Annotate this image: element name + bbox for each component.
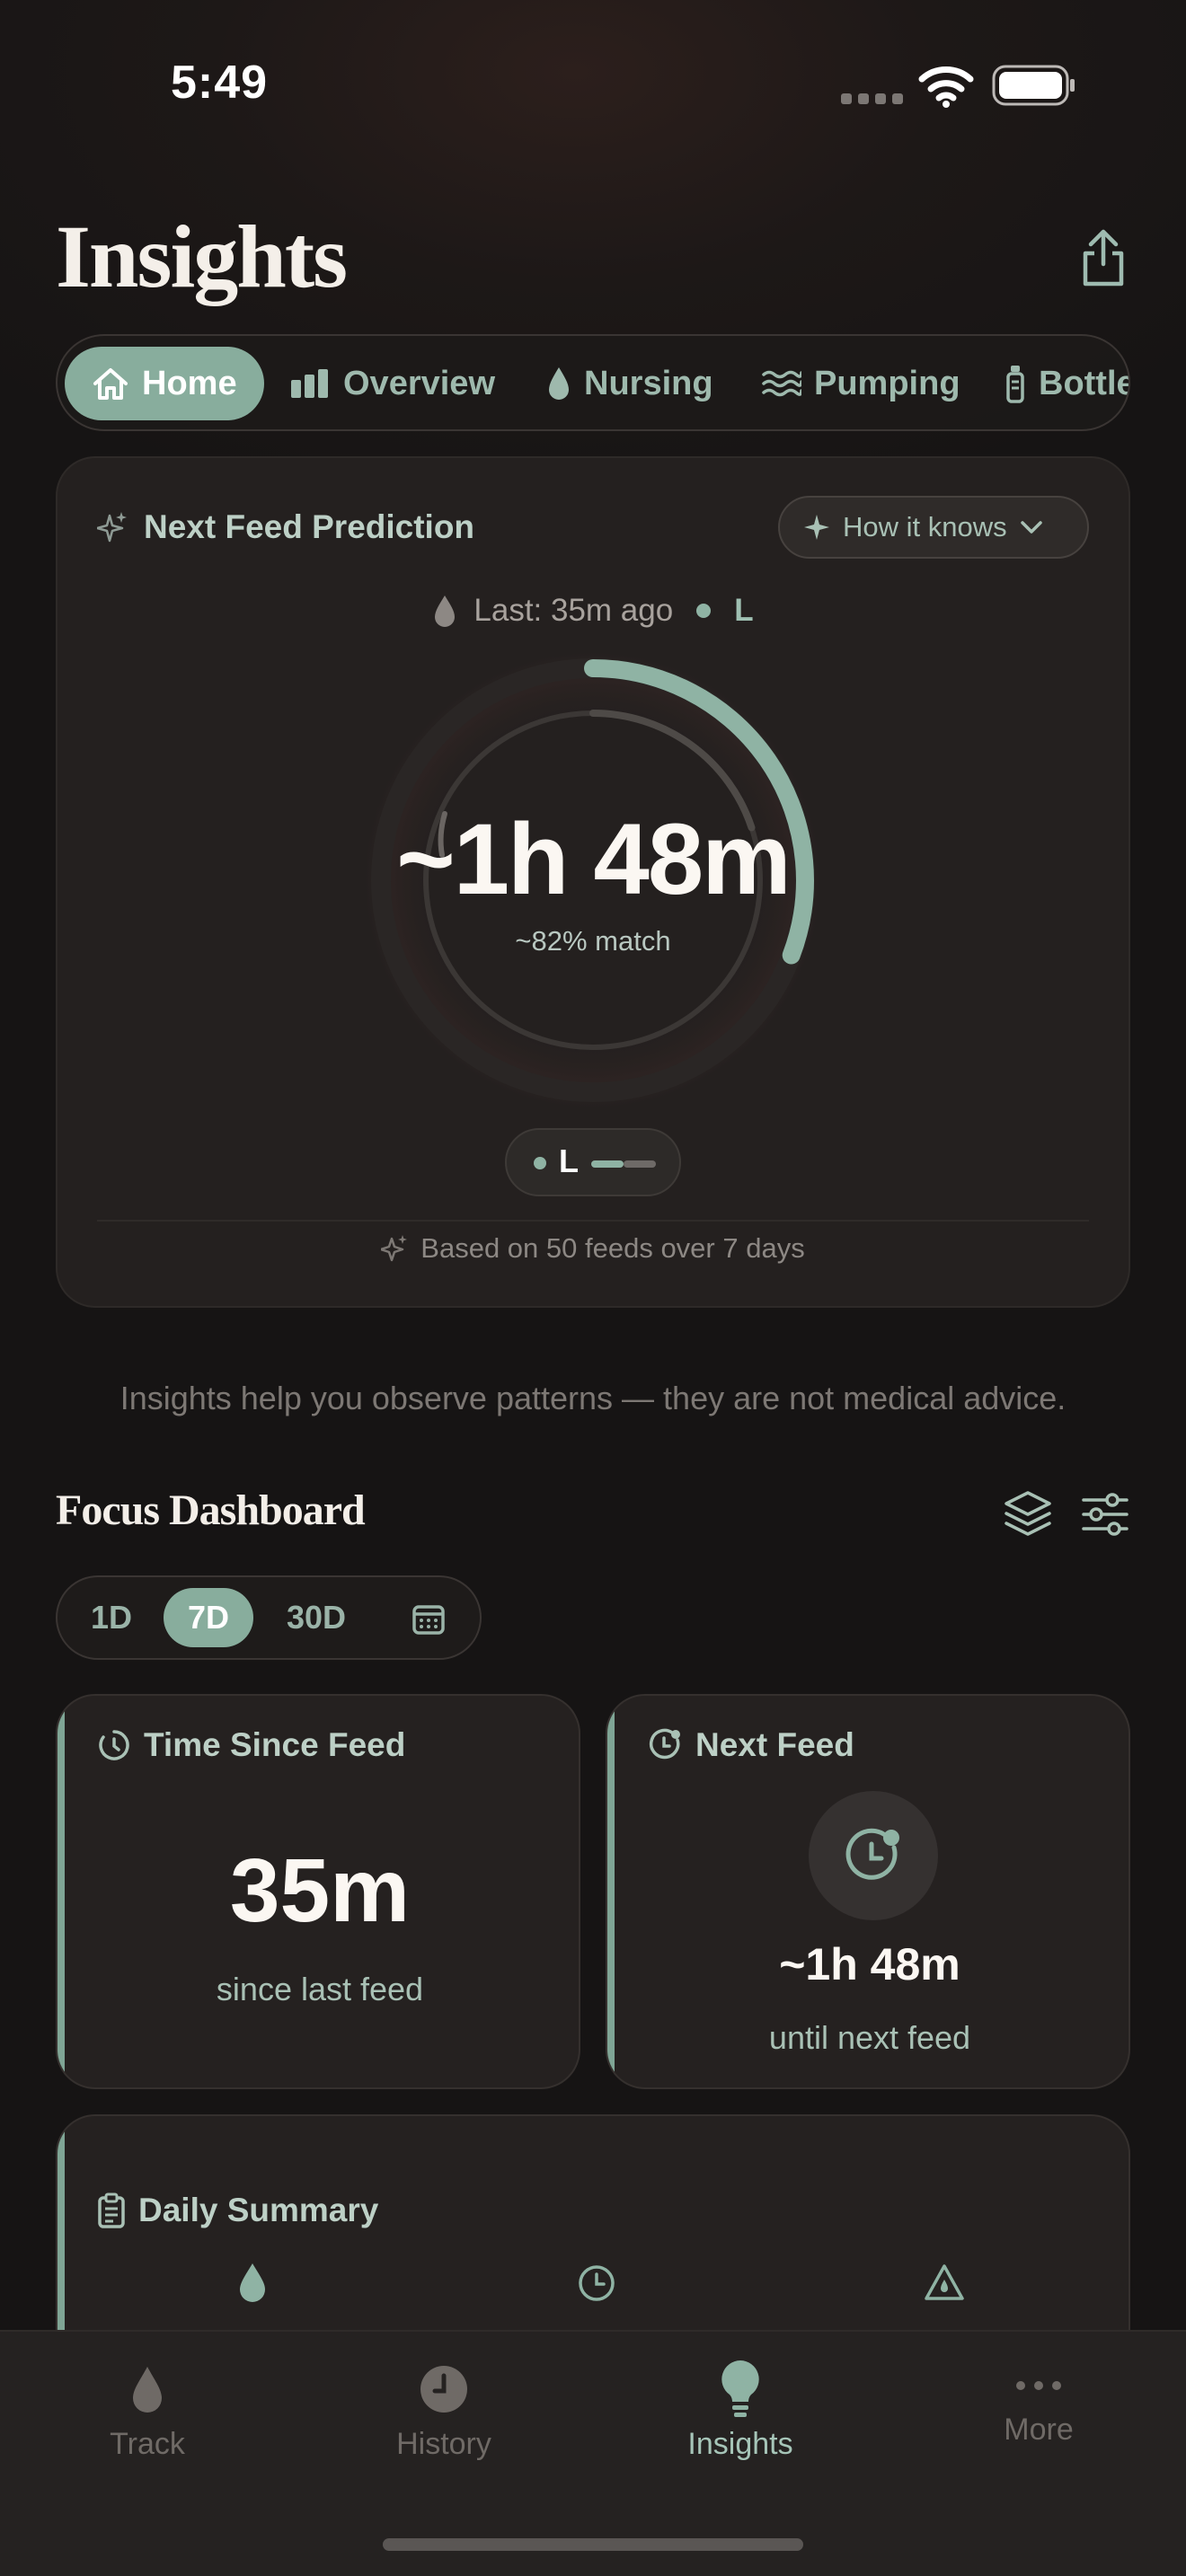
card-title: Daily Summary (138, 2192, 379, 2228)
prediction-header: Next Feed Prediction (97, 508, 474, 546)
next-feed-header: Next Feed (647, 1726, 854, 1764)
last-feed-side: L (734, 593, 754, 628)
tabbar-label: Insights (687, 2427, 793, 2461)
range-1d[interactable]: 1D (70, 1588, 153, 1647)
next-feed-icon-circle (809, 1791, 938, 1920)
side-bar-left (591, 1160, 624, 1168)
range-30d[interactable]: 30D (268, 1588, 365, 1647)
prediction-eta: ~1h 48m (396, 803, 791, 915)
time-since-header: Time Since Feed (97, 1726, 405, 1764)
card-title: Next Feed (695, 1726, 854, 1763)
time-since-feed-card[interactable]: Time Since Feed 35m since last feed (56, 1694, 580, 2089)
tab-home[interactable]: Home (65, 347, 264, 420)
bars-icon (291, 369, 328, 398)
page-title: Insights (56, 207, 348, 306)
range-selector: 1D 7D 30D (56, 1575, 482, 1660)
side-dot (696, 604, 712, 618)
tabbar-history[interactable]: History (381, 2364, 507, 2462)
clipboard-icon (98, 2192, 125, 2228)
section-tabs: Home Overview Nursing Pumping Bottle (56, 334, 1130, 431)
clock-badge-icon (845, 1828, 899, 1880)
drop-icon (133, 2367, 162, 2413)
tab-label: Home (142, 364, 237, 402)
sparkles-icon (97, 512, 127, 543)
tab-pumping[interactable]: Pumping (762, 347, 960, 420)
insights-screen: 5:49 Insights Home Overview Nursing Pump… (0, 0, 1186, 2576)
last-feed-text: Last: 35m ago (474, 593, 674, 628)
prediction-match: ~82% match (515, 925, 671, 957)
drop-icon (240, 2263, 265, 2302)
tabbar-label: More (1004, 2413, 1074, 2447)
sliders-icon[interactable] (1080, 1491, 1130, 1538)
tabbar-label: Track (110, 2427, 185, 2461)
sparkle-icon (804, 515, 829, 540)
clock-icon (579, 2265, 615, 2301)
waves-icon (762, 370, 801, 397)
next-feed-sub: until next feed (768, 2019, 971, 2056)
calendar-icon[interactable] (412, 1602, 446, 1636)
bottle-icon (1006, 366, 1024, 403)
tabbar-insights[interactable]: Insights (677, 2359, 803, 2462)
layers-icon[interactable] (1001, 1487, 1055, 1541)
tab-bottle[interactable]: Bottle (1005, 347, 1130, 420)
time-since-value: 35m (229, 1840, 411, 1941)
tab-label: Bottle (1039, 364, 1130, 402)
time-since-sub: since last feed (216, 1971, 424, 2007)
medical-disclaimer: Insights help you observe patterns — the… (119, 1380, 1067, 1416)
next-feed-card[interactable]: Next Feed ~1h 48m until next feed (606, 1694, 1130, 2089)
tabbar-more[interactable]: More (985, 2378, 1093, 2448)
status-time: 5:49 (171, 57, 269, 109)
cellular-signal-icon (841, 93, 903, 104)
tab-nursing[interactable]: Nursing (546, 347, 713, 420)
drop-icon (549, 367, 569, 400)
next-feed-value: ~1h 48m (779, 1939, 960, 1989)
warning-icon (925, 2264, 964, 2300)
side-dot (534, 1157, 546, 1169)
house-icon (93, 368, 128, 400)
ellipsis-icon (1016, 2381, 1061, 2390)
chevron-down-icon (1020, 521, 1042, 534)
lightbulb-icon (721, 2360, 759, 2417)
card-title: Time Since Feed (144, 1726, 406, 1763)
range-7d[interactable]: 7D (164, 1588, 253, 1647)
clock-badge-icon (649, 1728, 680, 1760)
how-it-knows-label: How it knows (843, 511, 1007, 543)
tab-label: Nursing (584, 364, 713, 402)
side-bar-right (624, 1160, 656, 1168)
tab-label: Overview (343, 364, 495, 402)
share-icon[interactable] (1078, 228, 1128, 287)
tabbar-track[interactable]: Track (93, 2364, 201, 2462)
timer-icon (99, 1730, 129, 1760)
drop-icon (435, 595, 456, 627)
clock-icon (420, 2366, 467, 2413)
side-label: L (559, 1142, 579, 1179)
based-on-row: Based on 50 feeds over 7 days (0, 1232, 1186, 1265)
battery-icon (992, 65, 1075, 106)
tab-label: Pumping (814, 364, 960, 402)
sparkles-icon (381, 1235, 408, 1262)
daily-summary-header: Daily Summary (97, 2192, 378, 2229)
wifi-icon (918, 66, 974, 108)
side-indicator: L (505, 1128, 681, 1196)
last-feed-row: Last: 35m ago L (0, 593, 1186, 629)
home-indicator (383, 2538, 803, 2551)
prediction-title: Next Feed Prediction (144, 508, 475, 545)
focus-dashboard-title: Focus Dashboard (56, 1486, 366, 1534)
tab-overview[interactable]: Overview (289, 347, 495, 420)
tabbar-label: History (396, 2427, 491, 2461)
how-it-knows-button[interactable]: How it knows (778, 496, 1089, 559)
based-on-text: Based on 50 feeds over 7 days (420, 1232, 805, 1264)
card-divider (97, 1220, 1089, 1222)
